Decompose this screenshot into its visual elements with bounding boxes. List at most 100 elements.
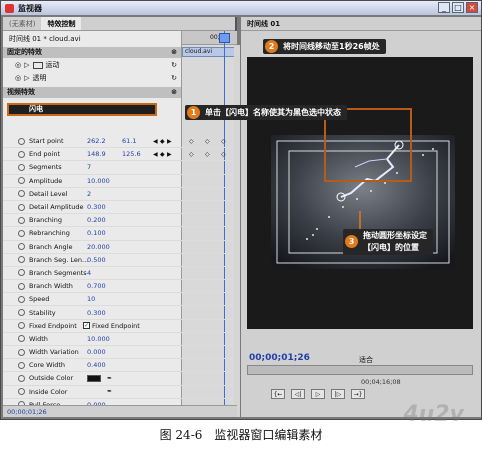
stopwatch-icon[interactable] [18, 388, 25, 396]
eye-icon[interactable]: ◎ [15, 60, 21, 71]
stopwatch-icon[interactable] [18, 216, 25, 224]
step-forward-button[interactable]: |▷ [331, 389, 345, 399]
param-value[interactable]: 0.100 [87, 229, 106, 237]
stopwatch-icon[interactable] [18, 229, 25, 237]
stopwatch-icon[interactable] [18, 361, 25, 369]
stopwatch-icon[interactable] [18, 163, 25, 171]
stopwatch-icon[interactable] [18, 282, 25, 290]
monitor-timecode[interactable]: 00;00;01;26 [249, 353, 310, 363]
param-value[interactable]: 148.9 [87, 150, 106, 158]
eye-icon[interactable]: ◎ [15, 73, 21, 84]
param-value-2[interactable]: 61.1 [122, 137, 136, 145]
param-row[interactable]: Width Variation 0.000 [3, 346, 237, 360]
checkbox-icon[interactable]: ✓ [83, 322, 90, 330]
close-button[interactable]: × [466, 2, 478, 13]
stopwatch-icon[interactable] [18, 295, 25, 303]
stopwatch-icon[interactable] [18, 150, 25, 158]
reset-icon[interactable]: ↻ [171, 73, 177, 84]
collapse-icon[interactable]: ⊗ [171, 87, 177, 98]
stopwatch-icon[interactable] [18, 374, 25, 382]
keyframe-icon[interactable]: ◇ [221, 138, 226, 145]
tab-source[interactable]: (无素材) [3, 17, 41, 30]
stopwatch-icon[interactable] [18, 256, 25, 264]
param-row[interactable]: End point 148.9 125.6 ◀ ◆ ▶ ◇ ◇ ◇ [3, 148, 237, 162]
eyedropper-icon[interactable]: ✒ [107, 375, 112, 382]
expand-arrow-icon[interactable]: ▷ [24, 73, 29, 84]
effect-opacity-row[interactable]: ◎ ▷ 透明 ↻ [3, 73, 181, 84]
param-value[interactable]: 20.000 [87, 243, 110, 251]
param-row[interactable]: Stability 0.300 [3, 306, 237, 320]
param-row[interactable]: Branching 0.200 [3, 214, 237, 228]
param-value[interactable]: 0.700 [87, 282, 106, 290]
eyedropper-icon[interactable]: ✒ [107, 388, 112, 395]
param-row[interactable]: Rebranching 0.100 [3, 227, 237, 241]
fixed-endpoint-checkbox[interactable]: ✓ Fixed Endpoint [83, 322, 140, 330]
param-row[interactable]: Fixed Endpoint ✓ Fixed Endpoint [3, 320, 237, 333]
param-row[interactable]: Segments 7 [3, 161, 237, 175]
stopwatch-icon[interactable] [18, 203, 25, 211]
mark-in-button[interactable]: {← [271, 389, 285, 399]
param-row[interactable]: Start point 262.2 61.1 ◀ ◆ ▶ ◇ ◇ ◇ [3, 135, 237, 149]
param-value[interactable]: 0.200 [87, 216, 106, 224]
param-value[interactable]: 0.500 [87, 256, 106, 264]
param-value[interactable]: 2 [87, 190, 91, 198]
stopwatch-icon[interactable] [18, 177, 25, 185]
playhead-marker[interactable] [219, 33, 230, 43]
vertical-scrollbar[interactable] [234, 45, 240, 417]
keyframe-diamond-icon[interactable]: ◆ [160, 151, 165, 158]
color-swatch[interactable] [87, 374, 101, 382]
keyframe-diamond-icon[interactable]: ◆ [160, 138, 165, 145]
param-row[interactable]: Core Width 0.400 [3, 359, 237, 373]
keyframe-nav-icon[interactable]: ▶ [167, 151, 172, 158]
param-value[interactable]: 10.000 [87, 177, 110, 185]
tab-timeline[interactable]: 时间线 01 [241, 17, 481, 31]
step-back-button[interactable]: ◁| [291, 389, 305, 399]
expand-arrow-icon[interactable]: ▷ [24, 60, 29, 71]
mark-out-button[interactable]: →} [351, 389, 365, 399]
param-row[interactable]: Speed 10 [3, 293, 237, 307]
keyframe-icon[interactable]: ◇ [205, 151, 210, 158]
collapse-icon[interactable]: ⊗ [171, 47, 177, 58]
keyframe-nav-icon[interactable]: ◀ [153, 151, 158, 158]
param-value[interactable]: 10 [87, 295, 95, 303]
video-preview[interactable] [247, 57, 473, 329]
param-row[interactable]: Width 10.000 [3, 333, 237, 346]
stopwatch-icon[interactable] [18, 137, 25, 145]
param-row[interactable]: Branch Angle 20.000 [3, 241, 237, 254]
stopwatch-icon[interactable] [18, 335, 25, 343]
param-row[interactable]: Detail Amplitude 0.300 [3, 201, 237, 215]
param-value[interactable]: 0.300 [87, 203, 106, 211]
param-row[interactable]: Branch Segments 4 [3, 267, 237, 281]
param-value[interactable]: 262.2 [87, 137, 106, 145]
reset-icon[interactable]: ↻ [171, 60, 177, 71]
param-value[interactable]: 10.000 [87, 335, 110, 343]
param-row[interactable]: Branch Width 0.700 [3, 280, 237, 294]
stopwatch-icon[interactable] [18, 322, 25, 330]
stopwatch-icon[interactable] [18, 190, 25, 198]
param-row[interactable]: Detail Level 2 [3, 188, 237, 201]
minimize-button[interactable]: _ [438, 2, 450, 13]
keyframe-nav-icon[interactable]: ▶ [167, 138, 172, 145]
param-value[interactable]: 0.400 [87, 361, 106, 369]
section-video-effects[interactable]: 视频特效 ⊗ [3, 87, 181, 98]
tab-effect-controls[interactable]: 特效控制 [41, 17, 82, 30]
param-row[interactable]: Inside Color ✒ [3, 386, 237, 399]
param-row[interactable]: Amplitude 10.000 [3, 175, 237, 188]
mini-clip[interactable]: cloud.avi [182, 47, 237, 57]
param-value-2[interactable]: 125.6 [122, 150, 141, 158]
keyframe-nav-icon[interactable]: ◀ [153, 138, 158, 145]
effect-motion-row[interactable]: ◎ ▷ 运动 ↻ [3, 60, 181, 71]
param-value[interactable]: 4 [87, 269, 91, 277]
scrub-bar[interactable] [247, 365, 473, 375]
param-value[interactable]: 0.300 [87, 309, 106, 317]
keyframe-icon[interactable]: ◇ [189, 151, 194, 158]
param-row[interactable]: Branch Seg. Len... 0.500 [3, 254, 237, 267]
stopwatch-icon[interactable] [18, 243, 25, 251]
stopwatch-icon[interactable] [18, 348, 25, 356]
play-button[interactable]: ▷ [311, 389, 325, 399]
keyframe-icon[interactable]: ◇ [189, 138, 194, 145]
keyframe-icon[interactable]: ◇ [205, 138, 210, 145]
param-row[interactable]: Outside Color ✒ [3, 372, 237, 386]
effect-lightning-selected[interactable]: 闪电 [7, 103, 157, 116]
maximize-button[interactable]: □ [452, 2, 464, 13]
